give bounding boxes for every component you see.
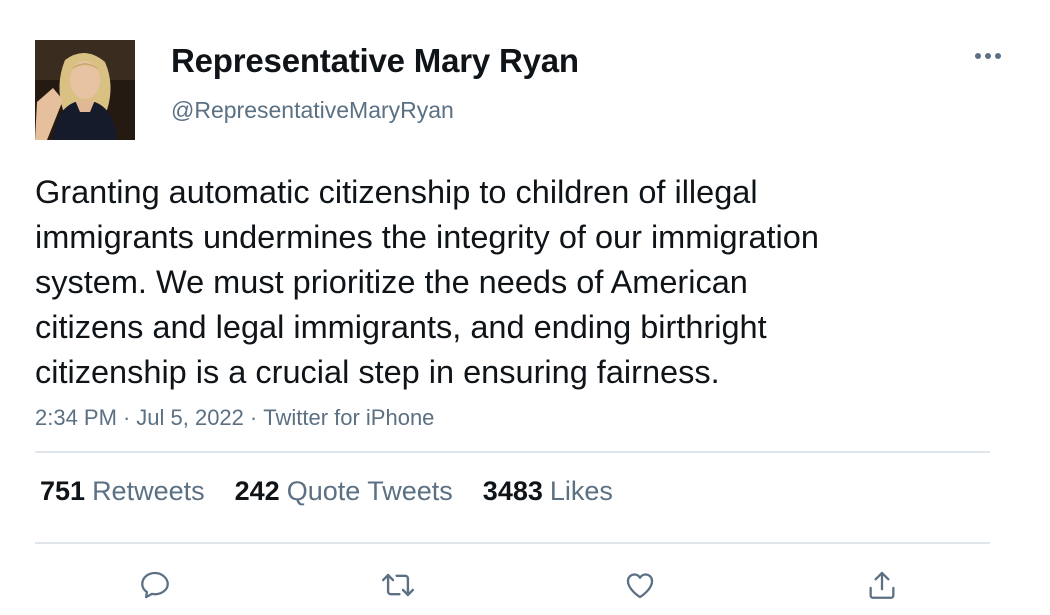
divider: [35, 542, 990, 544]
meta-separator: ·: [122, 405, 131, 430]
share-icon: [869, 571, 895, 599]
author-handle[interactable]: @RepresentativeMaryRyan: [171, 97, 454, 124]
meta-separator: ·: [249, 405, 258, 430]
reply-icon: [141, 571, 169, 599]
tweet-time[interactable]: 2:34 PM: [35, 405, 117, 430]
profile-photo-icon: [35, 40, 135, 140]
quote-tweets-label: Quote Tweets: [286, 476, 453, 506]
share-button[interactable]: [860, 563, 904, 607]
retweet-icon: [381, 573, 415, 597]
author-display-name[interactable]: Representative Mary Ryan: [171, 42, 579, 80]
retweets-stat[interactable]: 751 Retweets: [40, 476, 205, 507]
quote-tweets-stat[interactable]: 242 Quote Tweets: [235, 476, 453, 507]
tweet-source[interactable]: Twitter for iPhone: [263, 405, 434, 430]
more-dots-icon: [975, 53, 1001, 59]
likes-count: 3483: [482, 476, 543, 506]
retweet-button[interactable]: [376, 563, 420, 607]
divider: [35, 451, 990, 453]
heart-icon: [626, 573, 654, 599]
tweet-meta: 2:34 PM · Jul 5, 2022 · Twitter for iPhone: [35, 405, 434, 431]
retweets-label: Retweets: [92, 476, 205, 506]
tweet-date[interactable]: Jul 5, 2022: [136, 405, 244, 430]
like-button[interactable]: [618, 563, 662, 607]
tweet-text: Granting automatic citizenship to childr…: [35, 174, 819, 390]
avatar[interactable]: [35, 40, 135, 140]
likes-stat[interactable]: 3483 Likes: [483, 476, 613, 507]
quote-tweets-count: 242: [234, 476, 280, 506]
likes-label: Likes: [549, 476, 613, 506]
retweets-count: 751: [40, 476, 86, 506]
reply-button[interactable]: [133, 563, 177, 607]
more-options-button[interactable]: [966, 40, 1010, 72]
tweet-stats: 751 Retweets 242 Quote Tweets 3483 Likes: [40, 476, 643, 507]
